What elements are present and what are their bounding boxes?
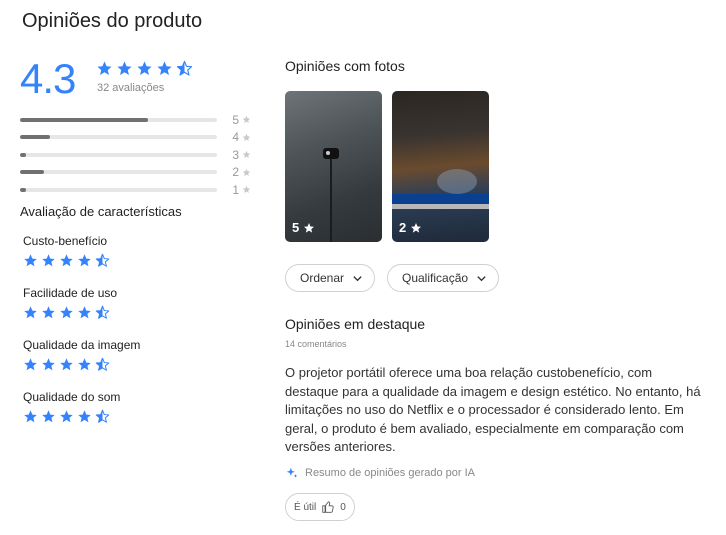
projector-image xyxy=(323,148,339,159)
star-half-icon xyxy=(95,253,110,267)
distribution-row: 2 xyxy=(20,164,260,182)
characteristic-label: Qualidade da imagem xyxy=(23,338,141,352)
star-icon xyxy=(24,306,37,319)
tv-banner-image xyxy=(392,194,489,204)
star-icon xyxy=(24,254,37,267)
rating-distribution: 5 4 3 2 1 xyxy=(20,111,260,199)
useful-count: 0 xyxy=(340,501,346,513)
star-icon xyxy=(78,410,91,423)
photo-rating-badge: 5 xyxy=(292,220,315,235)
photos-title: Opiniões com fotos xyxy=(285,58,405,74)
useful-label: É útil xyxy=(294,501,317,513)
star-icon xyxy=(42,306,55,319)
star-icon xyxy=(60,254,73,267)
star-icon xyxy=(60,410,73,423)
distribution-label: 1 xyxy=(232,182,239,197)
chevron-down-icon xyxy=(353,275,362,281)
review-photo[interactable]: 2 xyxy=(392,91,489,242)
distribution-bar xyxy=(20,117,217,122)
star-icon xyxy=(117,61,132,76)
star-icon xyxy=(304,222,315,233)
sort-label: Ordenar xyxy=(300,271,345,285)
ai-note-text: Resumo de opiniões gerado por IA xyxy=(305,467,475,479)
rating-filter-label: Qualificação xyxy=(402,271,469,285)
comments-count: 14 comentários xyxy=(285,339,347,349)
distribution-row: 4 xyxy=(20,129,260,147)
star-half-icon xyxy=(95,357,110,371)
distribution-row: 5 xyxy=(20,111,260,129)
star-icon xyxy=(411,222,422,233)
star-half-icon xyxy=(176,60,193,76)
characteristic-stars xyxy=(23,305,117,320)
screen-image xyxy=(437,169,477,194)
characteristic-ease-of-use: Facilidade de uso xyxy=(23,286,117,320)
characteristic-label: Facilidade de uso xyxy=(23,286,118,300)
distribution-row: 3 xyxy=(20,146,260,164)
characteristic-image-quality: Qualidade da imagem xyxy=(23,338,140,372)
review-count: 32 avaliações xyxy=(97,82,165,94)
distribution-bar-fill xyxy=(20,152,26,157)
distribution-bar-fill xyxy=(20,187,26,192)
sort-dropdown[interactable]: Ordenar xyxy=(285,264,376,292)
characteristic-label: Qualidade do som xyxy=(23,390,121,404)
rating-filter-dropdown[interactable]: Qualificação xyxy=(387,264,500,292)
review-photo[interactable]: 5 xyxy=(285,91,382,242)
photo-rating: 2 xyxy=(399,220,407,235)
characteristic-cost-benefit: Custo-benefício xyxy=(23,234,110,268)
characteristic-stars xyxy=(23,357,140,372)
distribution-label: 2 xyxy=(232,165,239,180)
star-icon xyxy=(242,151,251,159)
distribution-bar xyxy=(20,135,217,140)
characteristic-stars xyxy=(23,409,120,424)
distribution-bar-fill xyxy=(20,170,44,175)
characteristic-sound-quality: Qualidade do som xyxy=(23,390,120,424)
star-icon xyxy=(60,358,73,371)
star-icon xyxy=(78,254,91,267)
featured-title: Opiniões em destaque xyxy=(285,316,426,332)
page-title: Opiniões do produto xyxy=(22,10,203,32)
characteristic-label: Custo-benefício xyxy=(23,234,108,248)
characteristic-stars xyxy=(23,253,110,268)
ai-summary-note: Resumo de opiniões gerado por IA xyxy=(285,466,475,480)
star-icon xyxy=(24,410,37,423)
star-icon xyxy=(78,306,91,319)
distribution-label: 5 xyxy=(232,112,239,127)
star-half-icon xyxy=(95,409,110,423)
overall-stars xyxy=(96,60,193,77)
photo-rating-badge: 2 xyxy=(399,220,422,235)
distribution-bar xyxy=(20,152,217,157)
distribution-bar-fill xyxy=(20,117,149,122)
overall-rating: 4.3 xyxy=(20,55,76,102)
distribution-bar-fill xyxy=(20,135,50,140)
star-icon xyxy=(24,358,37,371)
star-icon xyxy=(242,186,251,194)
star-half-icon xyxy=(95,305,110,319)
thumbs-up-icon xyxy=(322,501,334,513)
star-icon xyxy=(242,133,251,141)
star-icon xyxy=(157,61,172,76)
star-icon xyxy=(242,168,251,176)
distribution-row: 1 xyxy=(20,181,260,199)
star-icon xyxy=(97,61,112,76)
distribution-bar xyxy=(20,187,217,192)
star-icon xyxy=(137,61,152,76)
characteristics-title: Avaliação de características xyxy=(20,204,182,219)
useful-button[interactable]: É útil 0 xyxy=(285,493,355,521)
distribution-label: 3 xyxy=(232,147,239,162)
distribution-label: 4 xyxy=(232,130,239,145)
sparkle-icon xyxy=(286,467,298,478)
star-icon xyxy=(42,410,55,423)
star-icon xyxy=(242,116,251,124)
chevron-down-icon xyxy=(477,275,486,281)
star-icon xyxy=(60,306,73,319)
star-icon xyxy=(42,254,55,267)
cable-image xyxy=(330,159,332,242)
distribution-bar xyxy=(20,170,217,175)
star-icon xyxy=(78,358,91,371)
photo-rating: 5 xyxy=(292,220,300,235)
review-summary: O projetor portátil oferece uma boa rela… xyxy=(285,365,701,454)
star-icon xyxy=(42,358,55,371)
